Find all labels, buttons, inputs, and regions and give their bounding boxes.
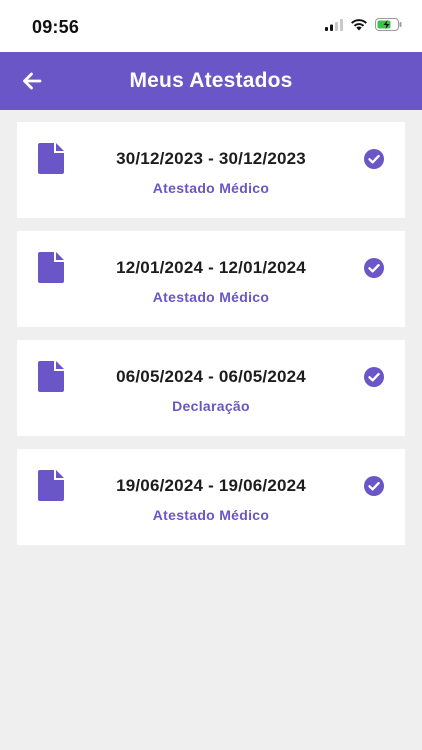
check-circle-icon: [364, 149, 384, 169]
app-header: Meus Atestados: [0, 52, 422, 110]
check-circle-icon: [364, 476, 384, 496]
atestado-dates: 06/05/2024 - 06/05/2024: [116, 367, 306, 386]
atestado-card[interactable]: 30/12/2023 - 30/12/2023 Atestado Médico: [17, 122, 405, 218]
signal-icon: [325, 18, 343, 31]
atestados-list: 30/12/2023 - 30/12/2023 Atestado Médico …: [17, 122, 405, 558]
atestado-card[interactable]: 12/01/2024 - 12/01/2024 Atestado Médico: [17, 231, 405, 327]
atestado-dates: 19/06/2024 - 19/06/2024: [116, 476, 306, 495]
status-time: 09:56: [32, 17, 80, 37]
document-icon: [38, 143, 64, 174]
atestado-card[interactable]: 06/05/2024 - 06/05/2024 Declaração: [17, 340, 405, 436]
wifi-icon: [351, 19, 367, 31]
status-bar: 09:56: [0, 0, 422, 52]
status-icons: [325, 18, 402, 31]
atestado-dates: 12/01/2024 - 12/01/2024: [116, 258, 306, 277]
atestado-dates: 30/12/2023 - 30/12/2023: [116, 149, 306, 168]
page-title: Meus Atestados: [129, 69, 293, 92]
atestado-type: Atestado Médico: [152, 180, 270, 196]
battery-icon: [375, 18, 402, 31]
atestado-card[interactable]: 19/06/2024 - 19/06/2024 Atestado Médico: [17, 449, 405, 545]
check-circle-icon: [364, 258, 384, 278]
atestado-type: Atestado Médico: [152, 289, 270, 305]
atestado-type: Atestado Médico: [152, 507, 270, 523]
check-circle-icon: [364, 367, 384, 387]
document-icon: [38, 470, 64, 501]
document-icon: [38, 252, 64, 283]
document-icon: [38, 361, 64, 392]
atestado-type: Declaração: [172, 398, 250, 414]
